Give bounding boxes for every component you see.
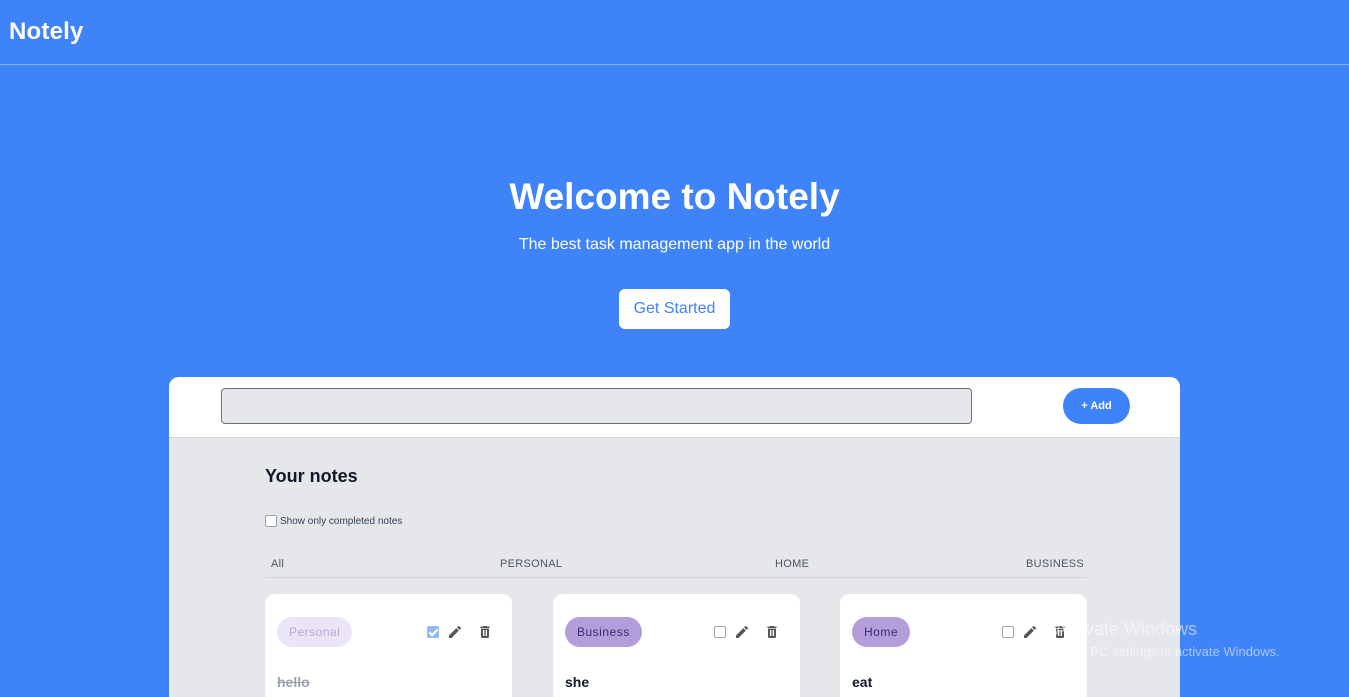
watermark-subtitle: Go to PC settings to activate Windows. (1055, 644, 1280, 659)
top-navbar: Notely (0, 0, 1349, 65)
watermark-title: Activate Windows (1055, 619, 1198, 639)
hero-subtitle: The best task management app in the worl… (518, 236, 831, 253)
complete-checkbox[interactable] (1002, 626, 1014, 638)
brand-logo-text[interactable]: Notely (9, 18, 84, 46)
note-card: Home eat (840, 594, 1087, 697)
tab-all[interactable]: All (271, 558, 284, 570)
pencil-icon[interactable] (1022, 624, 1038, 640)
tab-business[interactable]: BUSINESS (1026, 558, 1084, 570)
category-badge: Personal (277, 617, 353, 647)
completed-filter: Show only completed notes (265, 514, 402, 528)
note-actions (427, 624, 493, 640)
pencil-icon[interactable] (447, 624, 463, 640)
notes-panel: + Add Your notes Show only completed not… (169, 377, 1180, 697)
complete-checkbox[interactable] (427, 626, 439, 638)
category-badge: Business (565, 617, 642, 647)
note-text: hello (277, 674, 310, 690)
tab-personal[interactable]: PERSONAL (500, 558, 562, 570)
trash-icon[interactable] (477, 624, 493, 640)
note-text: she (565, 674, 590, 690)
completed-filter-checkbox[interactable] (265, 515, 277, 527)
note-text: eat (852, 674, 873, 690)
note-input[interactable] (221, 388, 972, 424)
category-badge: Home (852, 617, 911, 647)
note-composer: + Add (169, 377, 1180, 438)
hero-title: Welcome to Notely (509, 176, 840, 217)
note-card: Business she (553, 594, 800, 697)
get-started-button[interactable]: Get Started (619, 289, 730, 329)
windows-activation-watermark: Activate Windows Go to PC settings to ac… (1055, 619, 1280, 659)
complete-checkbox[interactable] (714, 626, 726, 638)
trash-icon[interactable] (764, 624, 780, 640)
add-note-button[interactable]: + Add (1063, 388, 1130, 424)
completed-filter-label: Show only completed notes (280, 515, 403, 527)
category-tabs: All PERSONAL HOME BUSINESS (265, 556, 1087, 578)
notes-heading: Your notes (265, 466, 358, 486)
tab-home[interactable]: HOME (775, 558, 809, 570)
note-card: Personal hello (265, 594, 512, 697)
note-actions (714, 624, 780, 640)
pencil-icon[interactable] (734, 624, 750, 640)
